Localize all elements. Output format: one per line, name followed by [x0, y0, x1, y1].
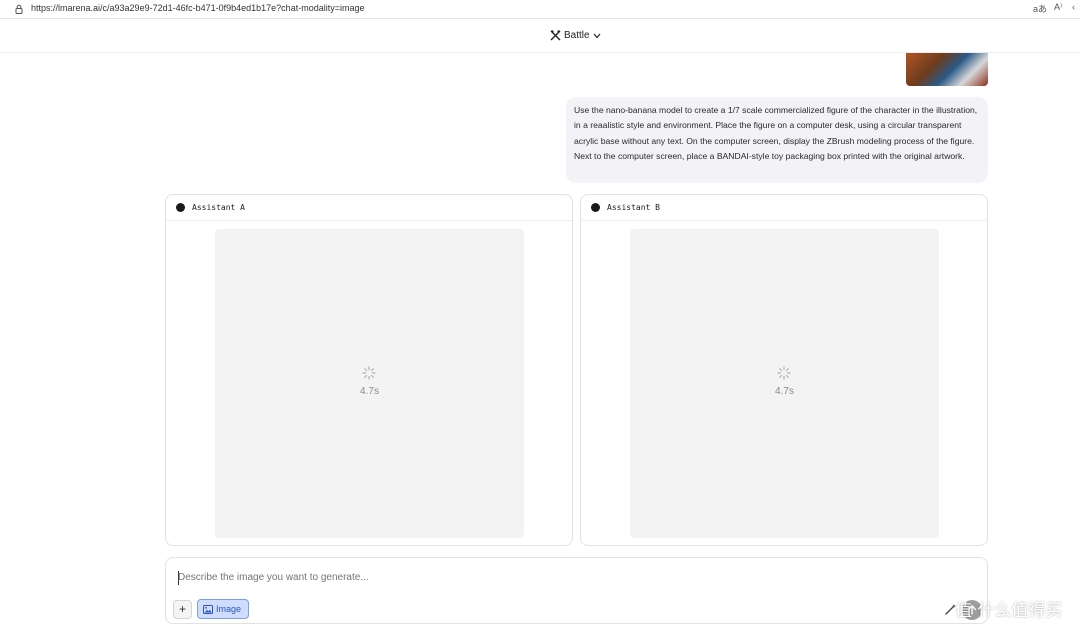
battle-label: Battle: [564, 30, 590, 41]
assistant-a-header: Assistant A: [166, 195, 572, 221]
battle-icon: [550, 30, 561, 41]
loading-spinner-icon: [362, 366, 376, 380]
url-text[interactable]: https://lmarena.ai/c/a93a29e9-72d1-46fc-…: [31, 3, 364, 13]
assistant-b-image-placeholder: 4.7s: [630, 229, 939, 538]
assistant-a-name: Assistant A: [192, 203, 245, 212]
assistant-b-dot: [591, 203, 600, 212]
user-attached-image[interactable]: [906, 53, 988, 86]
watermark-overlay: 值 什么值得买: [955, 601, 1063, 621]
lock-icon[interactable]: [14, 4, 24, 14]
loading-spinner-icon: [777, 366, 791, 380]
prompt-input[interactable]: [178, 572, 938, 583]
assistant-b-panel: Assistant B 4.7s: [580, 194, 988, 546]
prompt-composer: + Image: [165, 557, 988, 624]
chevron-down-icon: [593, 33, 601, 38]
back-icon[interactable]: ‹: [1072, 2, 1075, 12]
battle-mode-selector[interactable]: Battle: [550, 30, 601, 41]
assistant-b-header: Assistant B: [581, 195, 987, 221]
assistant-b-name: Assistant B: [607, 203, 660, 212]
text-size-icon[interactable]: A⁾: [1054, 2, 1062, 13]
app-header: Battle: [0, 20, 1080, 53]
assistant-a-image-placeholder: 4.7s: [215, 229, 524, 538]
image-mode-label: Image: [216, 604, 242, 614]
browser-address-bar: https://lmarena.ai/c/a93a29e9-72d1-46fc-…: [0, 0, 1080, 19]
image-icon: [203, 604, 213, 614]
assistant-b-elapsed-time: 4.7s: [775, 386, 794, 397]
read-aloud-icon[interactable]: aあ: [1033, 2, 1047, 15]
image-mode-button[interactable]: Image: [197, 599, 249, 619]
assistant-a-elapsed-time: 4.7s: [360, 386, 379, 397]
assistant-a-panel: Assistant A 4.7s: [165, 194, 573, 546]
user-prompt-bubble: Use the nano-banana model to create a 1/…: [566, 97, 988, 183]
assistant-a-dot: [176, 203, 185, 212]
add-attachment-button[interactable]: +: [173, 600, 192, 619]
